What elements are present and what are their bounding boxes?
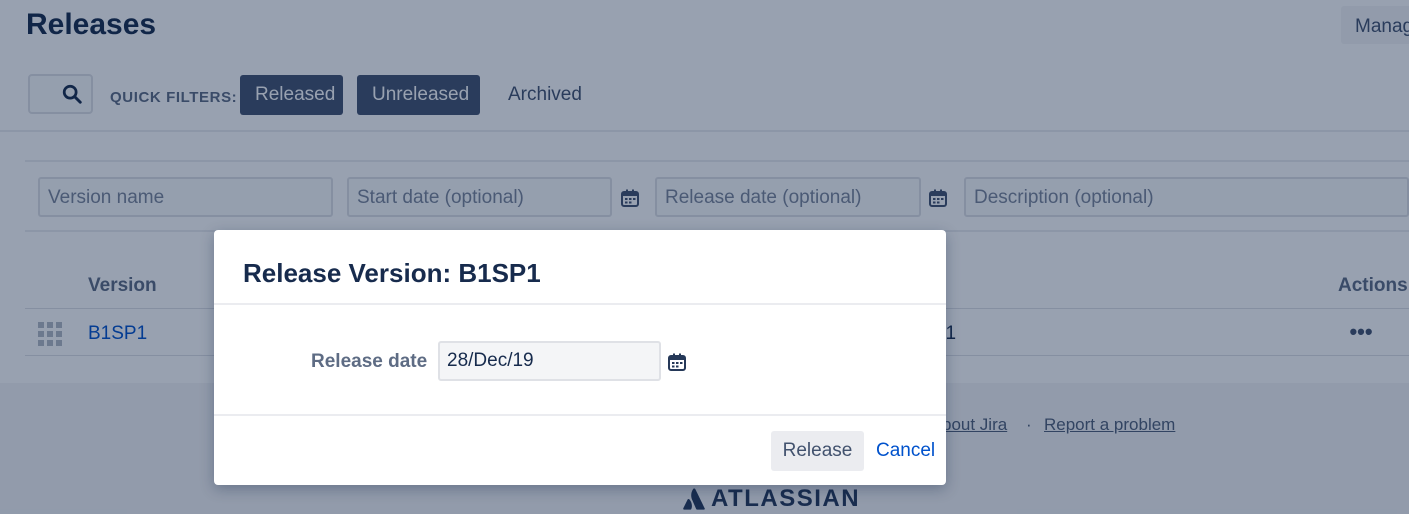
dialog-header-divider xyxy=(214,303,946,305)
release-date-input[interactable] xyxy=(438,341,661,381)
dialog-title: Release Version: B1SP1 xyxy=(243,258,541,288)
release-button[interactable]: Release xyxy=(771,431,864,471)
dialog-footer-divider xyxy=(214,414,946,416)
calendar-icon[interactable] xyxy=(667,352,687,372)
cancel-link[interactable]: Cancel xyxy=(876,440,935,462)
release-version-dialog: Release Version: B1SP1 Release date Rele… xyxy=(214,230,946,485)
release-date-label: Release date xyxy=(311,351,428,372)
